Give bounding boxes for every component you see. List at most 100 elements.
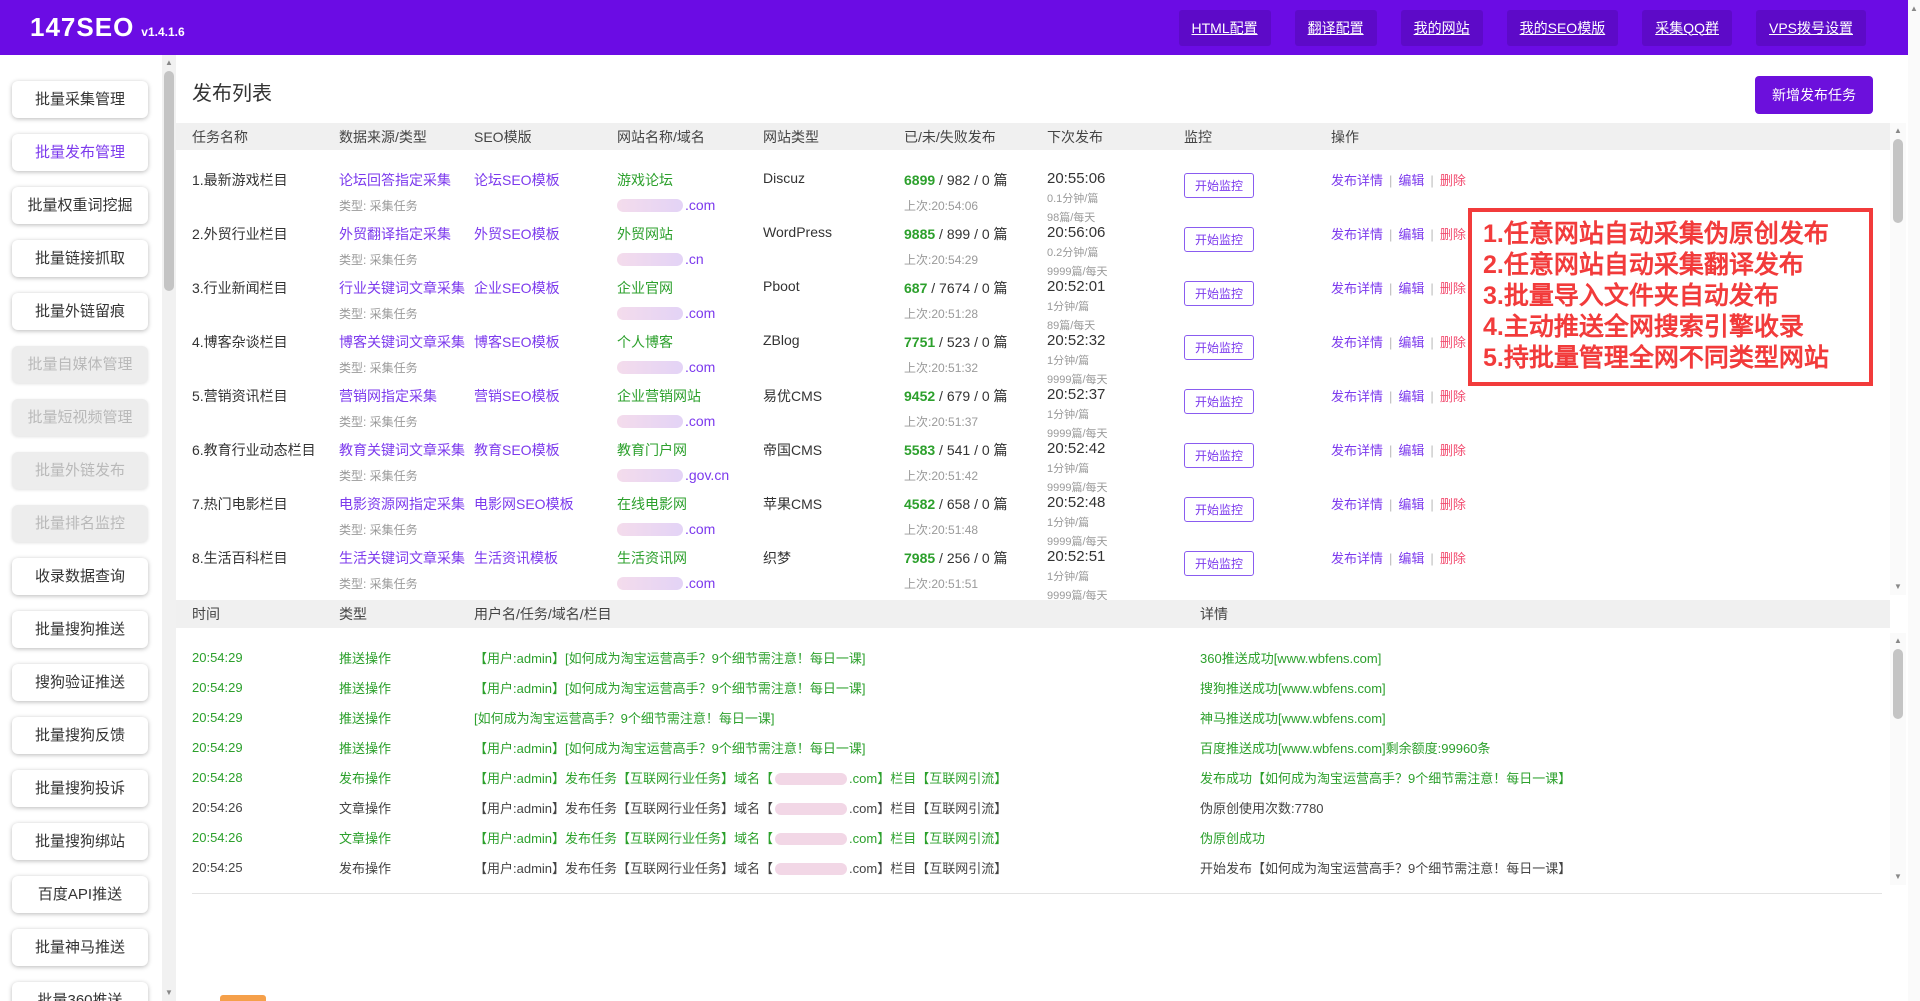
delete-link[interactable]: 删除	[1440, 389, 1466, 404]
domain-suffix[interactable]: .com	[685, 413, 715, 429]
seo-template-link[interactable]: 博客SEO模板	[474, 332, 617, 387]
source-link[interactable]: 生活关键词文章采集	[339, 548, 474, 568]
site-name: 企业营销网站	[617, 386, 763, 406]
daily-limit: 9999篇/每天	[1047, 263, 1184, 279]
seo-template-link[interactable]: 企业SEO模板	[474, 278, 617, 333]
scroll-down-icon[interactable]: ▼	[1890, 581, 1906, 593]
sidebar-item[interactable]: 批量搜狗反馈	[12, 717, 148, 754]
nav-item[interactable]: VPS拨号设置	[1756, 10, 1866, 46]
sidebar-item[interactable]: 批量搜狗绑站	[12, 823, 148, 860]
seo-template-link[interactable]: 外贸SEO模板	[474, 224, 617, 279]
scroll-up-icon[interactable]: ▲	[1908, 3, 1920, 15]
scroll-thumb[interactable]	[1893, 649, 1903, 719]
promo-line: 5.持批量管理全网不同类型网站	[1483, 343, 1858, 374]
nav-item[interactable]: 翻译配置	[1295, 10, 1377, 46]
seo-template-link[interactable]: 生活资讯模板	[474, 548, 617, 603]
task-name: 1.最新游戏栏目	[192, 170, 339, 225]
cutoff-widget	[220, 995, 266, 1001]
publish-detail-link[interactable]: 发布详情	[1331, 335, 1383, 350]
start-monitor-button[interactable]: 开始监控	[1184, 227, 1254, 252]
delete-link[interactable]: 删除	[1440, 443, 1466, 458]
redacted-domain	[617, 307, 683, 320]
delete-link[interactable]: 删除	[1440, 335, 1466, 350]
sidebar-item[interactable]: 批量权重词挖掘	[12, 187, 148, 224]
domain-suffix[interactable]: .com	[685, 359, 715, 375]
seo-template-link[interactable]: 营销SEO模板	[474, 386, 617, 441]
publish-detail-link[interactable]: 发布详情	[1331, 551, 1383, 566]
seo-template-link[interactable]: 教育SEO模板	[474, 440, 617, 495]
edit-link[interactable]: 编辑	[1398, 443, 1424, 458]
domain-suffix[interactable]: .com	[685, 305, 715, 321]
delete-link[interactable]: 删除	[1440, 551, 1466, 566]
source-link[interactable]: 行业关键词文章采集	[339, 278, 474, 298]
scroll-up-icon[interactable]: ▲	[1890, 125, 1906, 137]
source-link[interactable]: 教育关键词文章采集	[339, 440, 474, 460]
publish-detail-link[interactable]: 发布详情	[1331, 281, 1383, 296]
edit-link[interactable]: 编辑	[1398, 335, 1424, 350]
sidebar-item[interactable]: 批量发布管理	[12, 134, 148, 171]
domain-suffix[interactable]: .com	[685, 197, 715, 213]
sidebar-item[interactable]: 批量链接抓取	[12, 240, 148, 277]
sidebar-item[interactable]: 百度API推送	[12, 876, 148, 913]
task-table-scrollbar[interactable]: ▲ ▼	[1890, 123, 1906, 595]
domain-suffix[interactable]: .com	[685, 521, 715, 537]
start-monitor-button[interactable]: 开始监控	[1184, 389, 1254, 414]
nav-item[interactable]: 采集QQ群	[1642, 10, 1732, 46]
op-separator: |	[1430, 551, 1433, 566]
start-monitor-button[interactable]: 开始监控	[1184, 281, 1254, 306]
domain-suffix[interactable]: .cn	[685, 251, 704, 267]
sidebar-item[interactable]: 搜狗验证推送	[12, 664, 148, 701]
nav-item[interactable]: HTML配置	[1179, 10, 1271, 46]
sidebar-item[interactable]: 批量神马推送	[12, 929, 148, 966]
publish-detail-link[interactable]: 发布详情	[1331, 443, 1383, 458]
scroll-thumb[interactable]	[164, 71, 174, 291]
scroll-up-icon[interactable]: ▲	[1890, 635, 1906, 647]
sidebar-item[interactable]: 批量外链留痕	[12, 293, 148, 330]
edit-link[interactable]: 编辑	[1398, 173, 1424, 188]
start-monitor-button[interactable]: 开始监控	[1184, 497, 1254, 522]
log-scrollbar[interactable]: ▲ ▼	[1890, 633, 1906, 885]
start-monitor-button[interactable]: 开始监控	[1184, 335, 1254, 360]
source-link[interactable]: 电影资源网指定采集	[339, 494, 474, 514]
seo-template-link[interactable]: 电影网SEO模板	[474, 494, 617, 549]
op-separator: |	[1430, 281, 1433, 296]
publish-detail-link[interactable]: 发布详情	[1331, 497, 1383, 512]
domain-suffix[interactable]: .gov.cn	[685, 467, 729, 483]
edit-link[interactable]: 编辑	[1398, 227, 1424, 242]
sidebar-item[interactable]: 批量搜狗推送	[12, 611, 148, 648]
publish-detail-link[interactable]: 发布详情	[1331, 389, 1383, 404]
start-monitor-button[interactable]: 开始监控	[1184, 173, 1254, 198]
content-scrollbar[interactable]: ▲ ▼	[162, 55, 176, 1001]
sidebar-item[interactable]: 批量采集管理	[12, 81, 148, 118]
publish-detail-link[interactable]: 发布详情	[1331, 173, 1383, 188]
delete-link[interactable]: 删除	[1440, 281, 1466, 296]
nav-item[interactable]: 我的SEO模版	[1507, 10, 1619, 46]
edit-link[interactable]: 编辑	[1398, 551, 1424, 566]
nav-item[interactable]: 我的网站	[1401, 10, 1483, 46]
edit-link[interactable]: 编辑	[1398, 389, 1424, 404]
source-link[interactable]: 外贸翻译指定采集	[339, 224, 474, 244]
sidebar-item[interactable]: 收录数据查询	[12, 558, 148, 595]
publish-detail-link[interactable]: 发布详情	[1331, 227, 1383, 242]
page-scrollbar[interactable]: ▲	[1908, 0, 1920, 1001]
domain-suffix[interactable]: .com	[685, 575, 715, 591]
start-monitor-button[interactable]: 开始监控	[1184, 443, 1254, 468]
source-link[interactable]: 论坛回答指定采集	[339, 170, 474, 190]
source-link[interactable]: 博客关键词文章采集	[339, 332, 474, 352]
scroll-thumb[interactable]	[1893, 139, 1903, 223]
delete-link[interactable]: 删除	[1440, 497, 1466, 512]
scroll-up-icon[interactable]: ▲	[162, 57, 176, 69]
published-count: 7751	[904, 334, 935, 350]
delete-link[interactable]: 删除	[1440, 227, 1466, 242]
sidebar-item[interactable]: 批量搜狗投诉	[12, 770, 148, 807]
edit-link[interactable]: 编辑	[1398, 281, 1424, 296]
source-link[interactable]: 营销网指定采集	[339, 386, 474, 406]
edit-link[interactable]: 编辑	[1398, 497, 1424, 512]
scroll-down-icon[interactable]: ▼	[162, 987, 176, 999]
new-publish-task-button[interactable]: 新增发布任务	[1755, 76, 1873, 114]
start-monitor-button[interactable]: 开始监控	[1184, 551, 1254, 576]
scroll-down-icon[interactable]: ▼	[1890, 871, 1906, 883]
seo-template-link[interactable]: 论坛SEO模板	[474, 170, 617, 225]
sidebar-item[interactable]: 批量360推送	[12, 982, 148, 1001]
delete-link[interactable]: 删除	[1440, 173, 1466, 188]
